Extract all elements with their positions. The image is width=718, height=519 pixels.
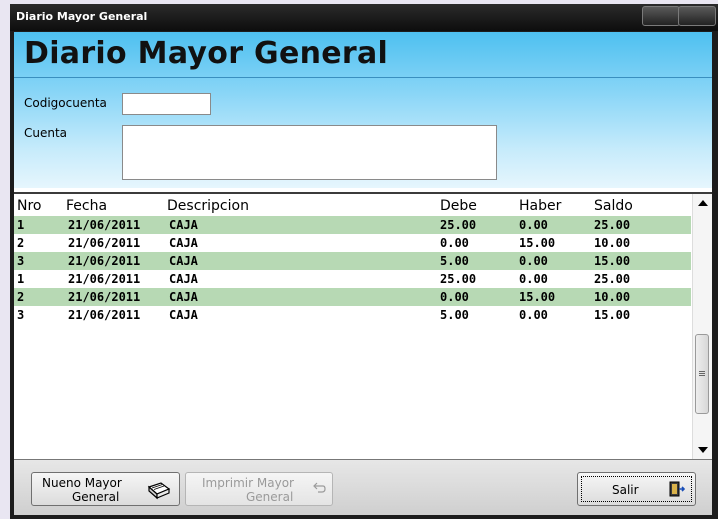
cell-descripcion: CAJA: [169, 236, 198, 250]
table-row[interactable]: 3 21/06/2011 CAJA 5.00 0.00 15.00: [14, 252, 691, 270]
title-bar[interactable]: Diario Mayor General: [10, 4, 718, 31]
column-header-fecha[interactable]: Fecha: [66, 198, 107, 214]
cell-nro: 3: [17, 308, 25, 322]
cell-descripcion: CAJA: [169, 218, 198, 232]
grid-header: Nro Fecha Descripcion Debe Haber Saldo: [14, 194, 691, 216]
cell-debe: 5.00: [440, 254, 469, 268]
table-row[interactable]: 2 21/06/2011 CAJA 0.00 15.00 10.00: [14, 234, 691, 252]
window-title: Diario Mayor General: [16, 10, 148, 23]
cell-fecha: 21/06/2011: [68, 218, 141, 232]
cuenta-input[interactable]: [122, 125, 497, 180]
cell-fecha: 21/06/2011: [68, 272, 141, 286]
cell-haber: 15.00: [519, 290, 556, 304]
form-header: Diario Mayor General Codigocuenta Cuenta: [14, 32, 712, 188]
cell-fecha: 21/06/2011: [68, 290, 141, 304]
salir-button[interactable]: Salir: [577, 472, 696, 506]
cell-descripcion: CAJA: [169, 254, 198, 268]
nuevo-label-line2: General: [72, 490, 120, 504]
scroll-up-icon[interactable]: [698, 200, 708, 206]
cell-descripcion: CAJA: [169, 308, 198, 322]
imprimir-label-line2: General: [246, 490, 294, 504]
cell-debe: 25.00: [440, 272, 477, 286]
close-button[interactable]: [678, 6, 716, 26]
cell-saldo: 15.00: [594, 308, 631, 322]
codigocuenta-input[interactable]: [122, 93, 211, 115]
cell-haber: 0.00: [519, 272, 548, 286]
column-header-debe[interactable]: Debe: [440, 198, 477, 214]
table-row[interactable]: 1 21/06/2011 CAJA 25.00 0.00 25.00: [14, 270, 691, 288]
cell-debe: 5.00: [440, 308, 469, 322]
ledger-grid[interactable]: Nro Fecha Descripcion Debe Haber Saldo 1…: [14, 192, 712, 460]
cell-nro: 2: [17, 236, 25, 250]
cell-fecha: 21/06/2011: [68, 236, 141, 250]
cell-haber: 15.00: [519, 236, 556, 250]
cell-haber: 0.00: [519, 254, 548, 268]
scroll-down-icon[interactable]: [698, 447, 708, 453]
undo-arrow-icon: [312, 482, 326, 497]
imprimir-label-line1: Imprimir Mayor: [202, 476, 294, 490]
vertical-scrollbar[interactable]: [692, 194, 712, 459]
cell-debe: 0.00: [440, 236, 469, 250]
salir-label: Salir: [612, 483, 639, 497]
minimize-button[interactable]: [642, 6, 680, 26]
cell-nro: 1: [17, 272, 25, 286]
column-header-nro[interactable]: Nro: [17, 198, 42, 214]
app-window: Diario Mayor General Diario Mayor Genera…: [10, 4, 718, 519]
nuevo-mayor-general-button[interactable]: Nueno Mayor General: [31, 472, 180, 506]
table-row[interactable]: 2 21/06/2011 CAJA 0.00 15.00 10.00: [14, 288, 691, 306]
exit-door-icon: [667, 480, 686, 501]
cell-saldo: 10.00: [594, 290, 631, 304]
header-divider: [14, 77, 712, 78]
nuevo-label-line1: Nueno Mayor: [42, 476, 122, 490]
cell-haber: 0.00: [519, 218, 548, 232]
cell-nro: 2: [17, 290, 25, 304]
scroll-thumb[interactable]: [695, 334, 709, 414]
cell-saldo: 10.00: [594, 236, 631, 250]
notebook-pen-icon: [147, 481, 171, 504]
column-header-saldo[interactable]: Saldo: [594, 198, 633, 214]
cell-descripcion: CAJA: [169, 272, 198, 286]
cell-debe: 0.00: [440, 290, 469, 304]
imprimir-mayor-general-button[interactable]: Imprimir Mayor General: [185, 472, 333, 506]
cell-fecha: 21/06/2011: [68, 254, 141, 268]
cell-haber: 0.00: [519, 308, 548, 322]
page-title: Diario Mayor General: [24, 36, 389, 71]
codigocuenta-label: Codigocuenta: [24, 96, 107, 110]
column-header-descripcion[interactable]: Descripcion: [167, 198, 249, 214]
cell-descripcion: CAJA: [169, 290, 198, 304]
cell-saldo: 25.00: [594, 218, 631, 232]
client-area: Diario Mayor General Codigocuenta Cuenta…: [14, 32, 712, 515]
table-row[interactable]: 1 21/06/2011 CAJA 25.00 0.00 25.00: [14, 216, 691, 234]
cell-fecha: 21/06/2011: [68, 308, 141, 322]
button-bar: Nueno Mayor General Imprimir Mayor Gener…: [14, 460, 712, 515]
column-header-haber[interactable]: Haber: [519, 198, 561, 214]
table-row[interactable]: 3 21/06/2011 CAJA 5.00 0.00 15.00: [14, 306, 691, 324]
cell-nro: 3: [17, 254, 25, 268]
cuenta-label: Cuenta: [24, 126, 68, 140]
cell-saldo: 25.00: [594, 272, 631, 286]
cell-debe: 25.00: [440, 218, 477, 232]
cell-saldo: 15.00: [594, 254, 631, 268]
cell-nro: 1: [17, 218, 25, 232]
